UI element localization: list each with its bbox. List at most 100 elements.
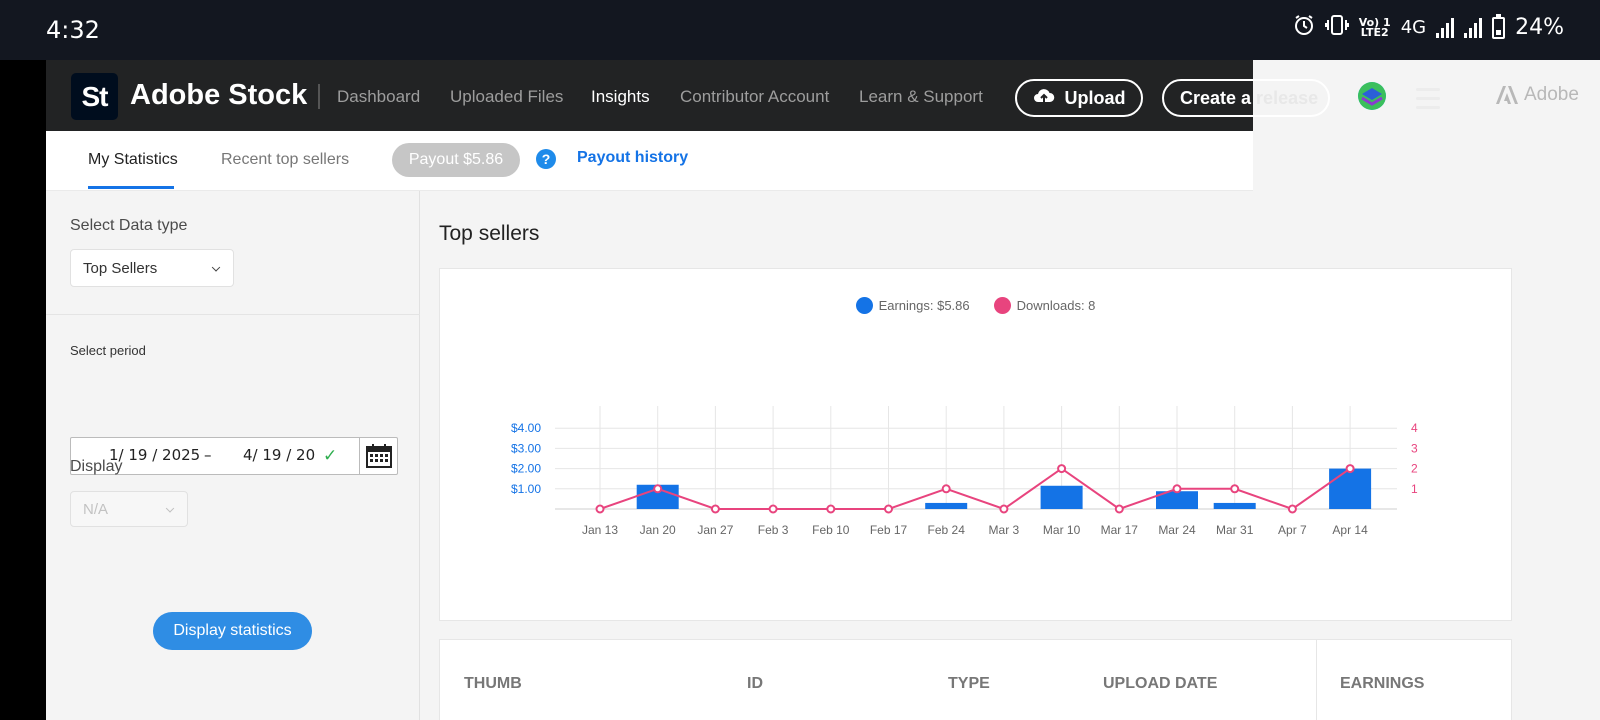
sub-nav: My Statistics Recent top sellers Payout … xyxy=(46,131,1253,191)
signal-icon-2 xyxy=(1464,17,1483,38)
x-tick-label: Jan 13 xyxy=(582,523,618,537)
top-sellers-table: THUMB ID TYPE UPLOAD DATE EARNINGS xyxy=(439,639,1512,720)
page-title: Top sellers xyxy=(439,222,540,245)
alarm-icon xyxy=(1293,14,1315,41)
display-value: N/A xyxy=(83,500,109,518)
downloads-point xyxy=(710,504,720,514)
chevron-down-icon xyxy=(211,263,221,272)
x-tick-label: Mar 17 xyxy=(1101,523,1139,537)
menu-icon[interactable] xyxy=(1416,88,1440,115)
chart-card: Earnings: $5.86 Downloads: 8 $1.00 $2.00 $… xyxy=(439,268,1512,621)
x-tick-label: Mar 24 xyxy=(1158,523,1196,537)
network-type: 4G xyxy=(1400,17,1427,38)
data-type-label: Select Data type xyxy=(70,217,188,234)
nav-contributor-account[interactable]: Contributor Account xyxy=(680,87,829,107)
payout-button[interactable]: Payout $5.86 xyxy=(392,143,520,177)
period-end-input[interactable]: 4/ 19 / 2025 xyxy=(243,446,315,464)
y-left-tick-label: $3.00 xyxy=(511,441,541,455)
avatar[interactable] xyxy=(1358,82,1386,110)
column-header-earnings[interactable]: EARNINGS xyxy=(1340,675,1424,693)
downloads-point xyxy=(1057,464,1067,474)
x-tick-label: Feb 3 xyxy=(758,523,789,537)
nav-dashboard[interactable]: Dashboard xyxy=(337,87,420,107)
data-type-select[interactable]: Top Sellers xyxy=(70,249,234,287)
chevron-down-icon xyxy=(165,504,175,513)
downloads-point xyxy=(1287,504,1297,514)
earnings-bar xyxy=(1329,468,1372,509)
x-tick-label: Feb 17 xyxy=(870,523,908,537)
active-tab-indicator xyxy=(88,186,174,189)
lte-label: LTE2 xyxy=(1360,25,1389,39)
nav-learn-support[interactable]: Learn & Support xyxy=(859,87,983,107)
y-left-tick-label: $2.00 xyxy=(511,462,541,476)
x-tick-label: Feb 10 xyxy=(812,523,850,537)
downloads-point xyxy=(1345,464,1355,474)
nav-divider xyxy=(318,84,320,109)
period-start-input[interactable]: 1/ 19 / 2025 xyxy=(109,446,200,464)
display-label: Display xyxy=(70,458,123,475)
y-right-tick-label: 3 xyxy=(1411,441,1418,455)
create-release-label: Create a xyxy=(1180,87,1257,108)
tab-recent-top-sellers[interactable]: Recent top sellers xyxy=(221,151,349,169)
adobe-logo[interactable]: Adobe xyxy=(1496,84,1579,106)
help-icon[interactable]: ? xyxy=(536,149,556,169)
calendar-icon[interactable] xyxy=(359,437,398,475)
upload-button[interactable]: Upload xyxy=(1015,79,1143,117)
nav-insights[interactable]: Insights xyxy=(591,87,650,107)
app-window: St Adobe Stock Dashboard Uploaded Files … xyxy=(46,60,1600,720)
x-tick-label: Apr 7 xyxy=(1278,523,1307,537)
downloads-point xyxy=(826,504,836,514)
column-divider xyxy=(1316,640,1317,720)
status-bar: 4:32 Vo) 1 LTE2 4G 24% xyxy=(0,0,1600,60)
downloads-point xyxy=(884,504,893,514)
tab-my-statistics[interactable]: My Statistics xyxy=(88,151,178,169)
y-left-tick-label: $4.00 xyxy=(511,421,541,435)
create-release-label-overflow: release xyxy=(1256,87,1319,108)
check-icon: ✓ xyxy=(323,446,338,466)
x-tick-label: Mar 3 xyxy=(989,523,1020,537)
earnings-bar xyxy=(925,502,968,509)
period-label: Select period xyxy=(70,343,146,358)
sidebar: Select Data type Top Sellers Select peri… xyxy=(46,191,420,720)
downloads-point xyxy=(1172,484,1182,494)
x-tick-label: Feb 24 xyxy=(928,523,966,537)
adobe-mark-icon xyxy=(1496,86,1518,104)
payout-history-link[interactable]: Payout history xyxy=(577,149,688,167)
nav-uploaded-files[interactable]: Uploaded Files xyxy=(450,87,563,107)
display-select[interactable]: N/A xyxy=(70,491,188,527)
battery-percent: 24% xyxy=(1515,15,1564,40)
downloads-point xyxy=(1114,504,1124,514)
data-type-value: Top Sellers xyxy=(83,259,158,277)
vibrate-icon xyxy=(1324,14,1349,41)
column-header-type[interactable]: TYPE xyxy=(948,675,990,693)
data-type-section: Select Data type Top Sellers xyxy=(46,191,420,315)
create-release-button[interactable]: Create a release xyxy=(1162,79,1330,117)
brand-name[interactable]: Adobe Stock xyxy=(130,79,307,112)
adobe-label: Adobe xyxy=(1524,84,1579,105)
volte-indicator: Vo) 1 LTE2 xyxy=(1359,17,1391,39)
x-tick-label: Apr 14 xyxy=(1332,523,1368,537)
downloads-point xyxy=(941,484,951,494)
downloads-point xyxy=(768,504,778,514)
period-separator: – xyxy=(204,446,212,464)
column-header-upload-date[interactable]: UPLOAD DATE xyxy=(1103,675,1217,693)
x-tick-label: Jan 20 xyxy=(640,523,676,537)
cloud-upload-icon xyxy=(1033,87,1055,110)
downloads-point xyxy=(1230,484,1240,494)
y-right-tick-label: 4 xyxy=(1411,421,1418,435)
y-left-tick-label: $1.00 xyxy=(511,482,541,496)
column-header-thumb[interactable]: THUMB xyxy=(464,675,522,693)
y-right-tick-label: 1 xyxy=(1411,482,1418,496)
downloads-point xyxy=(595,504,605,514)
status-time: 4:32 xyxy=(46,16,100,44)
adobe-stock-logo[interactable]: St xyxy=(71,73,118,120)
earnings-bar xyxy=(1040,485,1083,509)
x-tick-label: Mar 31 xyxy=(1216,523,1254,537)
screen-edge xyxy=(0,60,46,720)
y-right-tick-label: 2 xyxy=(1411,462,1418,476)
x-tick-label: Jan 27 xyxy=(697,523,733,537)
column-header-id[interactable]: ID xyxy=(747,675,763,693)
display-statistics-button[interactable]: Display statistics xyxy=(153,612,312,650)
x-tick-label: Mar 10 xyxy=(1043,523,1081,537)
top-nav: St Adobe Stock Dashboard Uploaded Files … xyxy=(46,60,1253,131)
